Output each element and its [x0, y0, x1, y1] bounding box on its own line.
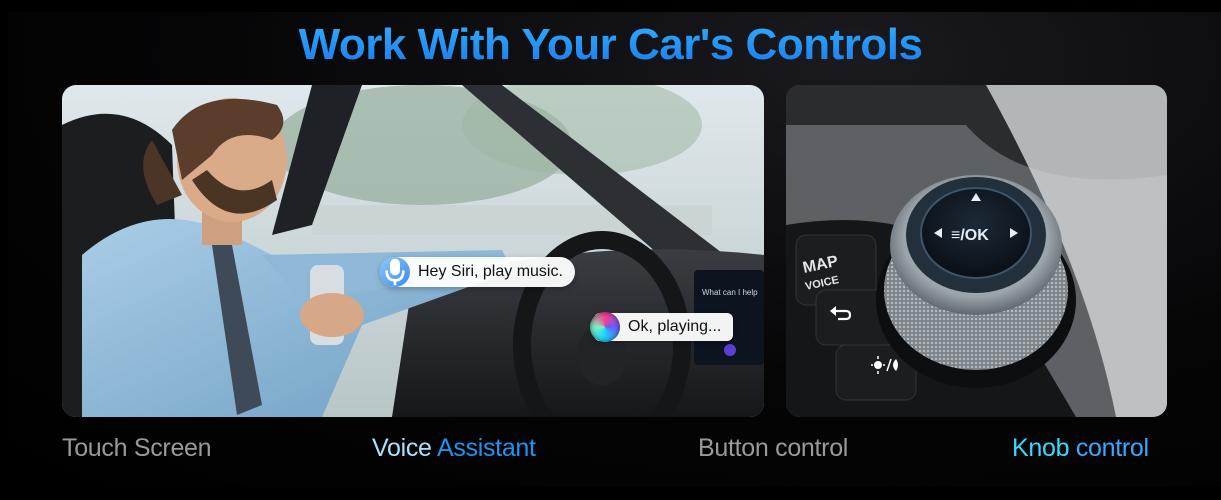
knob-word: Knob — [1012, 434, 1070, 462]
knob-ok-label: ≡/OK — [951, 227, 989, 244]
knob-scene-illustration: MAP VOICE ≡/OK — [786, 85, 1167, 417]
button-control-label: Button control — [698, 434, 849, 462]
microphone-icon — [380, 257, 410, 287]
siri-question-bubble: Hey Siri, play music. — [380, 257, 575, 287]
knob-control-photo: MAP VOICE ≡/OK — [786, 85, 1167, 417]
feature-labels: Touch Screen Voice Assistant Button cont… — [0, 434, 1221, 468]
siri-icon — [590, 312, 620, 342]
voice-word: Voice — [372, 434, 432, 462]
assistant-word: Assistant — [436, 434, 536, 462]
knob-control-label: Knob control — [1012, 434, 1149, 463]
siri-question-text: Hey Siri, play music. — [418, 263, 563, 280]
driver-scene-illustration: What can I help — [62, 85, 764, 417]
voice-assistant-photo: What can I help Hey Siri, play music. Ok… — [62, 85, 764, 417]
control-word: control — [1075, 434, 1149, 462]
svg-text:What can I help: What can I help — [702, 288, 758, 297]
voice-assistant-label: Voice Assistant — [372, 434, 536, 463]
back-arrow-icon — [830, 306, 852, 321]
brightness-icon — [871, 356, 898, 374]
touch-screen-label: Touch Screen — [62, 434, 212, 462]
page-title: Work With Your Car's Controls — [0, 20, 1221, 70]
siri-answer-bubble: Ok, playing... — [590, 312, 734, 342]
siri-answer-text: Ok, playing... — [628, 318, 722, 335]
